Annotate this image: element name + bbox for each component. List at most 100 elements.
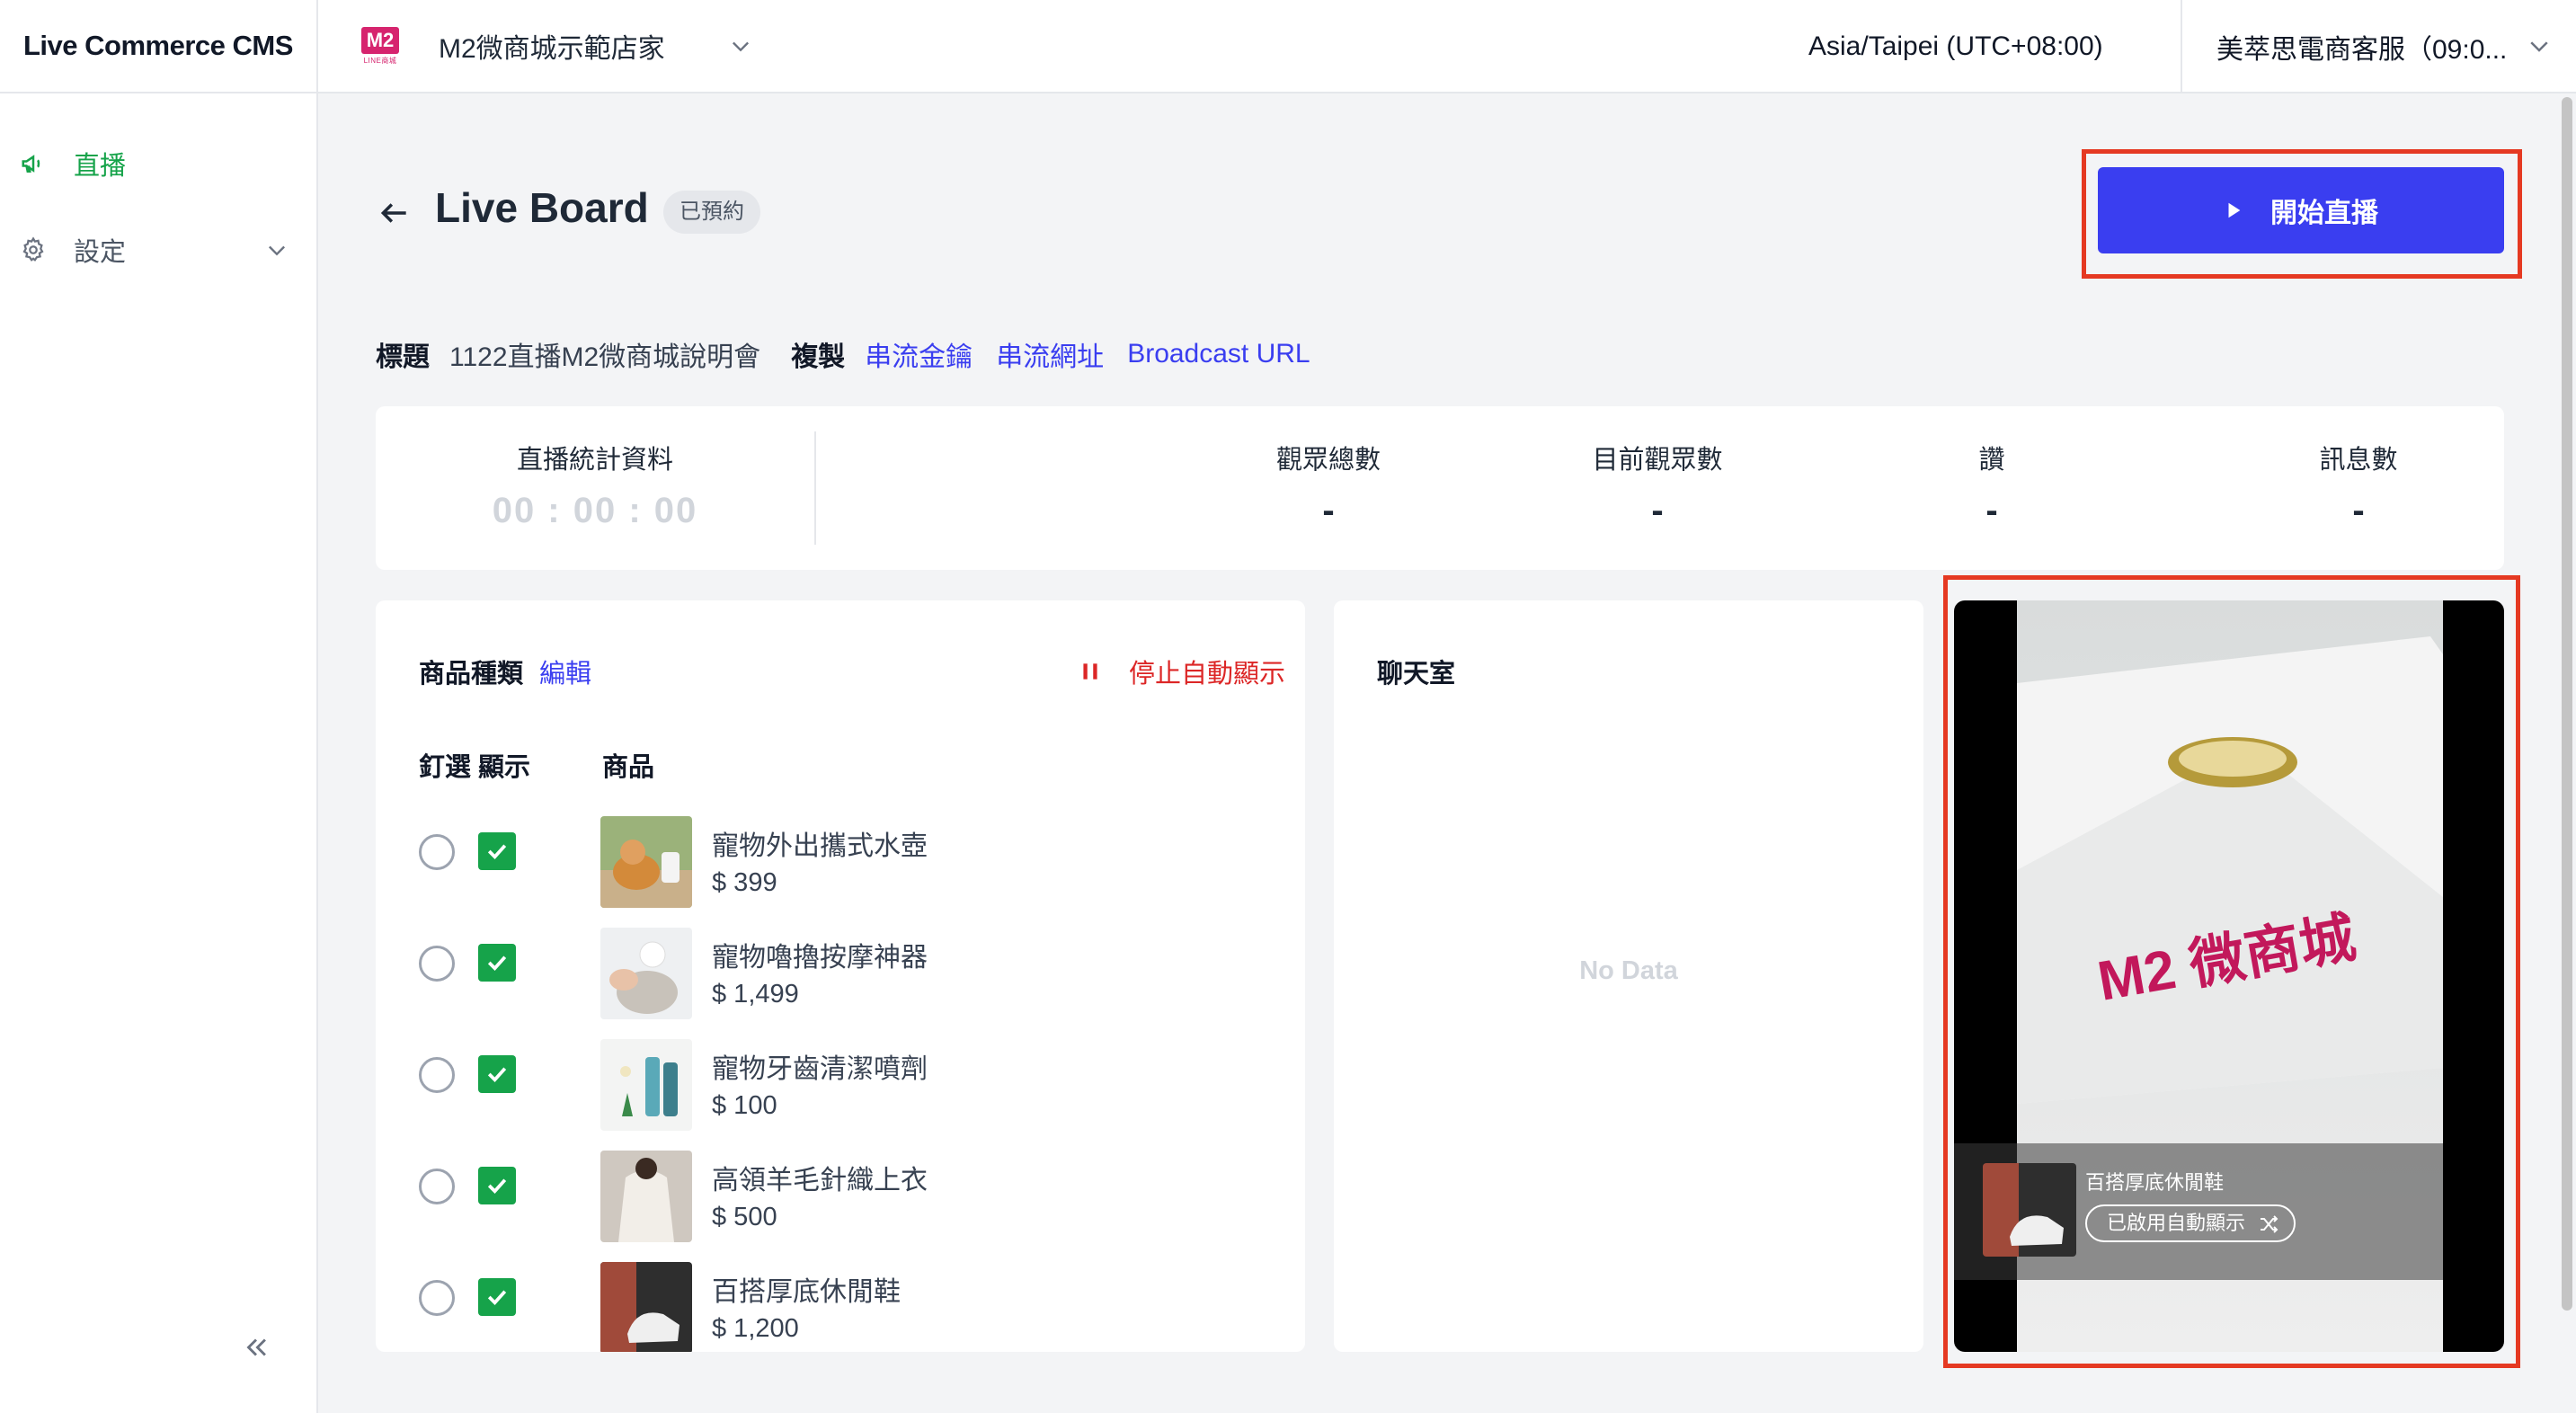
stat-total-viewers: 觀眾總數 - (1239, 406, 1418, 570)
scrollbar-thumb[interactable] (2562, 97, 2572, 1311)
show-checkbox[interactable] (478, 944, 516, 982)
start-live-button[interactable]: 開始直播 (2098, 167, 2504, 253)
copy-stream-key-link[interactable]: 串流金鑰 (865, 334, 973, 374)
chevron-down-icon[interactable] (728, 33, 753, 58)
product-name: 高領羊毛針織上衣 (712, 1166, 928, 1195)
sidebar-item-settings[interactable]: 設定 (20, 232, 289, 268)
show-checkbox[interactable] (478, 1278, 516, 1316)
chat-room-title: 聊天室 (1377, 660, 1456, 689)
copy-broadcast-url-link[interactable]: Broadcast URL (1127, 339, 1310, 369)
page-title: Live Board (435, 184, 649, 231)
store-logo: M2 LINE商城 (360, 25, 401, 67)
stat-timer: 00 : 00 : 00 (492, 491, 698, 530)
shuffle-icon (2261, 1215, 2278, 1233)
check-icon (487, 844, 507, 859)
store-logo-sub: LINE商城 (363, 56, 397, 65)
sidebar: 直播 設定 (0, 93, 318, 1413)
auto-display-label: 已啟用自動顯示 (2107, 1212, 2246, 1234)
product-row: 寵物嚕擼按摩神器 $ 1,499 (376, 928, 1305, 1021)
timezone-label: Asia/Taipei (UTC+08:00) (1808, 31, 2103, 61)
broadcast-meta: 標題 1122直播M2微商城說明會 複製 串流金鑰 串流網址 Broadcast… (376, 333, 1334, 376)
show-checkbox[interactable] (478, 832, 516, 870)
product-name: 百搭厚底休閒鞋 (712, 1277, 901, 1307)
stat-label: 觀眾總數 (1275, 446, 1381, 475)
account-name: 美萃思電商客服（09:0... (2216, 35, 2508, 65)
auto-display-overlay: 百搭厚底休閒鞋 已啟用自動顯示 (1954, 1143, 2443, 1280)
stat-value: - (1651, 491, 1664, 530)
auto-display-toggle[interactable]: 已啟用自動顯示 (2085, 1204, 2296, 1242)
product-name: 寵物牙齒清潔噴劑 (712, 1054, 928, 1084)
overlay-product-thumbnail (1983, 1163, 2076, 1257)
pin-radio[interactable] (419, 1280, 455, 1316)
stat-label: 目前觀眾數 (1592, 446, 1723, 475)
product-price: $ 100 (712, 1091, 777, 1120)
product-price: $ 1,499 (712, 980, 799, 1009)
account-switcher[interactable]: 美萃思電商客服（09:0... (2181, 0, 2576, 93)
live-video-preview[interactable]: M2 微商城 百搭厚底休閒鞋 已啟用自動顯示 (1954, 600, 2504, 1352)
check-icon (487, 1067, 507, 1082)
store-logo-mark: M2 (361, 26, 399, 54)
store-name: M2微商城示範店家 (439, 34, 665, 64)
play-icon (2228, 202, 2241, 218)
show-checkbox[interactable] (478, 1167, 516, 1204)
check-icon (487, 955, 507, 971)
stat-label: 讚 (1978, 446, 2005, 475)
chevron-down-icon[interactable] (2526, 32, 2553, 59)
collapse-sidebar-icon[interactable] (241, 1332, 271, 1363)
col-header-show: 顯示 (478, 753, 531, 782)
pause-icon (1083, 663, 1097, 680)
copy-label: 複製 (791, 342, 846, 372)
product-row: 百搭厚底休閒鞋 $ 1,200 (376, 1262, 1305, 1352)
pin-radio[interactable] (419, 834, 455, 870)
gear-icon (22, 236, 44, 262)
product-price: $ 500 (712, 1203, 777, 1231)
title-value: 1122直播M2微商城說明會 (449, 342, 761, 372)
stat-label: 直播統計資料 (516, 446, 673, 475)
chat-empty-state: No Data (1579, 956, 1678, 985)
stats-card: 直播統計資料 00 : 00 : 00 觀眾總數 - 目前觀眾數 - 讚 - 訊… (376, 406, 2504, 570)
status-badge: 已預約 (663, 191, 760, 234)
check-icon (487, 1290, 507, 1305)
page-scrollbar[interactable] (2558, 93, 2576, 1413)
sidebar-item-label: 設定 (74, 238, 127, 267)
product-thumbnail (600, 928, 692, 1019)
stat-current-viewers: 目前觀眾數 - (1550, 406, 1765, 570)
stat-value: - (1322, 491, 1335, 530)
start-live-label: 開始直播 (2270, 199, 2378, 228)
product-thumbnail (600, 1151, 692, 1242)
product-row: 寵物外出攜式水壺 $ 399 (376, 816, 1305, 910)
copy-stream-url-link[interactable]: 串流網址 (996, 334, 1104, 374)
product-price: $ 1,200 (712, 1314, 799, 1343)
product-price: $ 399 (712, 868, 777, 897)
product-category-label: 商品種類 (419, 660, 524, 689)
sidebar-item-live[interactable]: 直播 (20, 146, 126, 182)
stat-likes: 讚 - (1938, 406, 2046, 570)
megaphone-icon (22, 155, 40, 173)
chat-room-card: 聊天室 No Data (1334, 600, 1923, 1352)
pin-radio[interactable] (419, 946, 455, 982)
show-checkbox[interactable] (478, 1055, 516, 1093)
product-thumbnail (600, 816, 692, 908)
stop-auto-display-label: 停止自動顯示 (1129, 660, 1286, 689)
stat-label: 訊息數 (2319, 446, 2398, 475)
products-card: 商品種類 編輯 停止自動顯示 釘選 顯示 商品 寵物外出攜式水壺 $ 399 寵… (376, 600, 1305, 1352)
stat-divider (814, 431, 816, 545)
stat-live-duration: 直播統計資料 00 : 00 : 00 (376, 406, 814, 570)
product-row: 高領羊毛針織上衣 $ 500 (376, 1151, 1305, 1244)
chevron-down-icon[interactable] (264, 237, 289, 262)
stop-auto-display-button[interactable]: 停止自動顯示 (1079, 653, 1285, 690)
pin-radio[interactable] (419, 1057, 455, 1093)
app-title: Live Commerce CMS (0, 0, 318, 93)
col-header-product: 商品 (602, 753, 655, 782)
product-name: 寵物外出攜式水壺 (712, 831, 928, 861)
store-switcher[interactable]: M2 LINE商城 M2微商城示範店家 (318, 0, 753, 93)
stat-value: - (2352, 491, 2365, 530)
edit-products-link[interactable]: 編輯 (539, 653, 591, 690)
overlay-product-name: 百搭厚底休閒鞋 (2085, 1171, 2225, 1194)
product-thumbnail (600, 1039, 692, 1131)
stat-messages: 訊息數 - (2287, 406, 2430, 570)
col-header-pin: 釘選 (419, 753, 472, 782)
back-arrow-icon[interactable] (378, 196, 412, 230)
product-name: 寵物嚕擼按摩神器 (712, 943, 928, 973)
pin-radio[interactable] (419, 1169, 455, 1204)
